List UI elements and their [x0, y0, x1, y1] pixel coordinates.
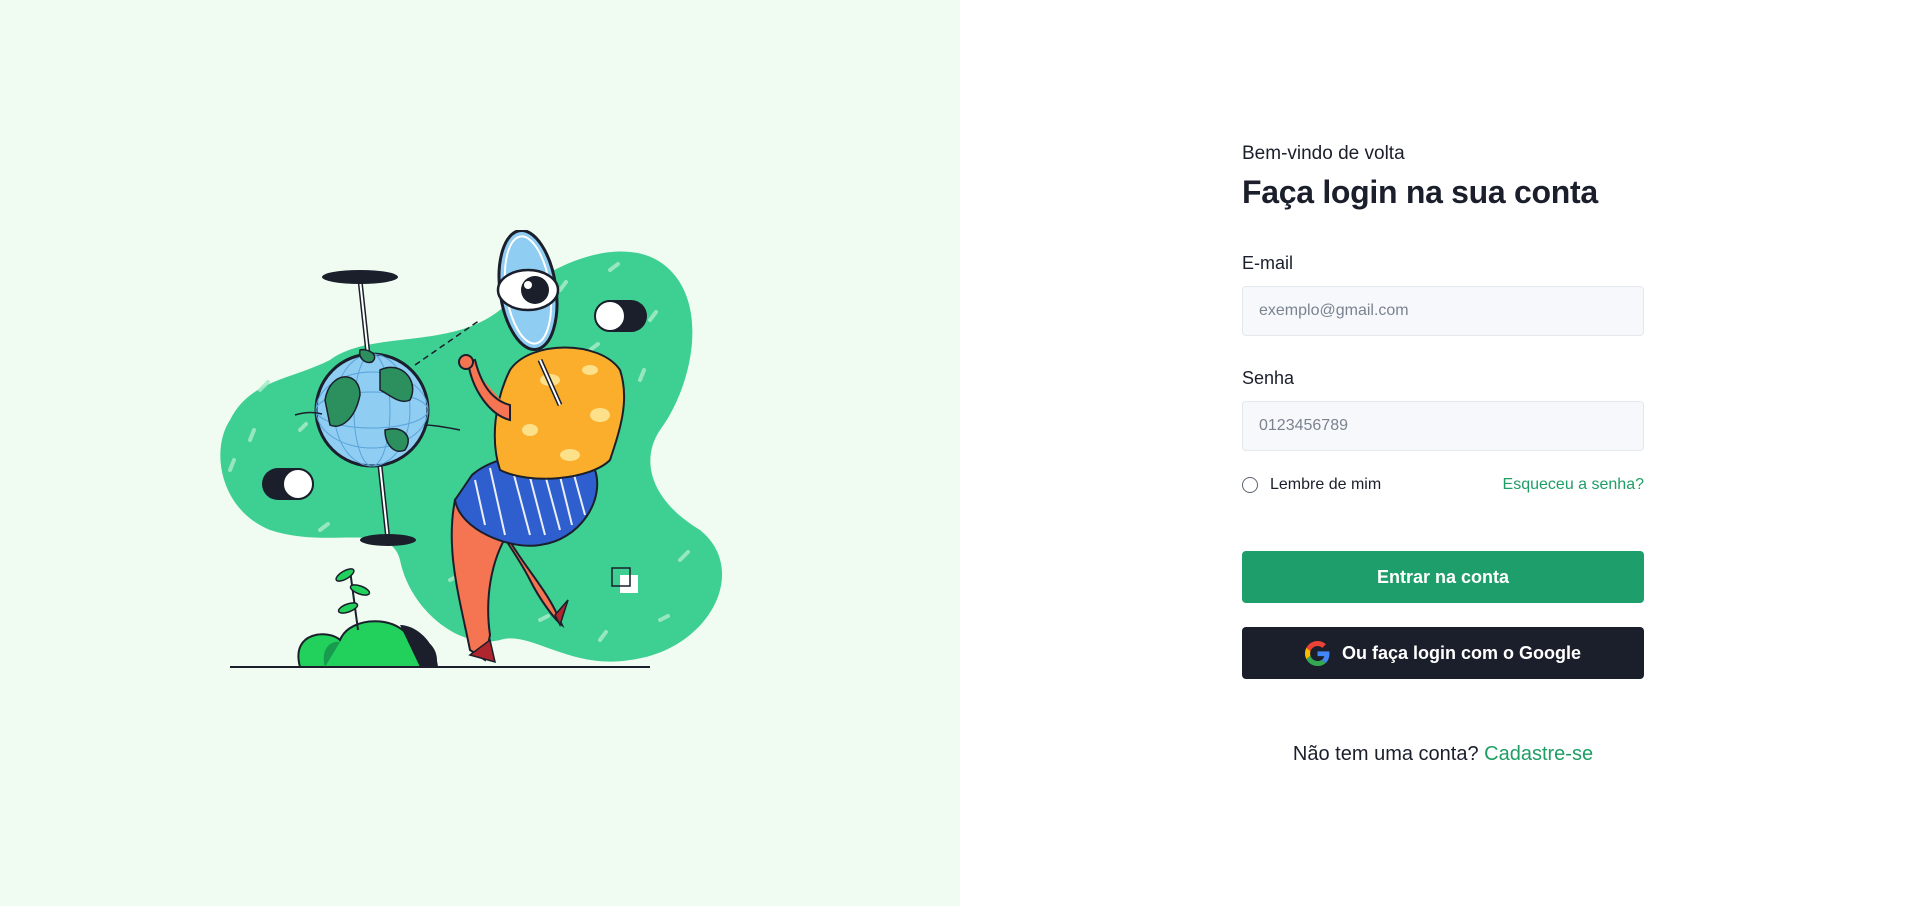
google-sign-in-button[interactable]: Ou faça login com o Google: [1242, 627, 1644, 679]
login-panel: Bem-vindo de volta Faça login na sua con…: [960, 0, 1911, 906]
password-input[interactable]: [1242, 401, 1644, 451]
remember-me-label: Lembre de mim: [1270, 476, 1382, 493]
email-field-group: E-mail: [1242, 252, 1644, 336]
page-title: Faça login na sua conta: [1242, 174, 1598, 210]
remember-me-toggle[interactable]: Lembre de mim: [1242, 476, 1381, 494]
password-field-group: Senha: [1242, 367, 1644, 451]
google-g-icon: [1304, 640, 1330, 666]
signup-link[interactable]: Cadastre-se: [1484, 743, 1593, 765]
login-illustration: [220, 230, 723, 668]
signup-prompt: Não tem uma conta?: [1292, 743, 1485, 765]
login-form: Bem-vindo de volta Faça login na sua con…: [1242, 142, 1644, 766]
email-input[interactable]: [1242, 286, 1644, 336]
forgot-password-link[interactable]: Esqueceu a senha?: [1503, 476, 1644, 494]
options-row: Lembre de mim Esqueceu a senha?: [1242, 473, 1644, 497]
google-sign-in-label: Ou faça login com o Google: [1341, 642, 1582, 663]
sign-in-button-label: Entrar na conta: [1376, 566, 1510, 587]
illustration-panel: [0, 0, 960, 906]
email-label: E-mail: [1242, 253, 1294, 273]
sign-in-button[interactable]: Entrar na conta: [1242, 551, 1644, 603]
login-page: Bem-vindo de volta Faça login na sua con…: [0, 0, 1911, 906]
welcome-text: Bem-vindo de volta: [1242, 143, 1405, 164]
signup-row: Não tem uma conta? Cadastre-se: [1242, 742, 1644, 766]
password-label: Senha: [1242, 368, 1295, 388]
remember-me-radio[interactable]: [1242, 477, 1258, 493]
